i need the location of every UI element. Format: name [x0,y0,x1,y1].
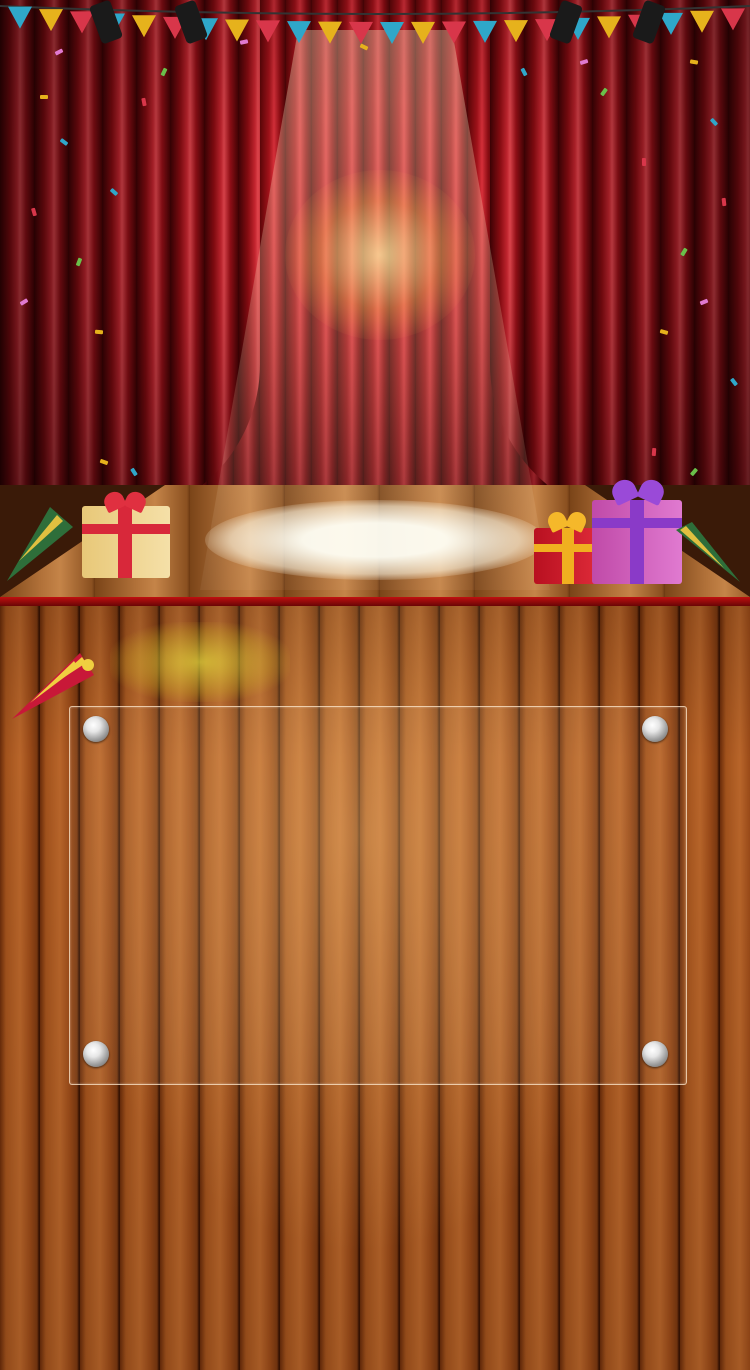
bunting-flag [132,15,156,38]
bunting-flag [721,8,745,31]
bunting-flag [70,11,94,34]
screw-icon [642,1041,668,1067]
screw-icon [83,716,109,742]
bunting-flag [597,16,621,39]
bunting-flag [380,21,404,44]
bunting-flag [473,20,497,43]
stage-edge [0,597,750,606]
screw-icon [642,716,668,742]
confetti-piece [651,447,657,457]
confetti-piece [40,95,48,99]
screw-icon [83,1041,109,1067]
bunting-flag [349,21,373,44]
spotlight-glow [285,170,475,340]
bunting-flag [287,21,311,44]
bunting-flag [411,21,435,44]
bunting-flag [442,21,466,44]
gift-box-icon [592,475,684,586]
sparkle-glow [110,622,290,702]
gift-box-icon [82,488,172,582]
floor-spotlight [205,500,545,580]
party-horn-icon [676,522,740,582]
bunting-flag [318,21,342,44]
glass-panel [69,706,687,1085]
party-horn-icon [7,507,73,581]
confetti-piece [721,197,727,207]
confetti-piece [641,157,647,167]
stage-scene [0,0,750,606]
confetti-piece [94,329,104,335]
bunting-flag [690,10,714,33]
bunting-flag [8,6,32,29]
bunting-flag [39,9,63,32]
bunting-flag [225,19,249,42]
bunting-flag [256,20,280,43]
bunting-flag [504,20,528,43]
stage-background-page [0,0,750,1370]
